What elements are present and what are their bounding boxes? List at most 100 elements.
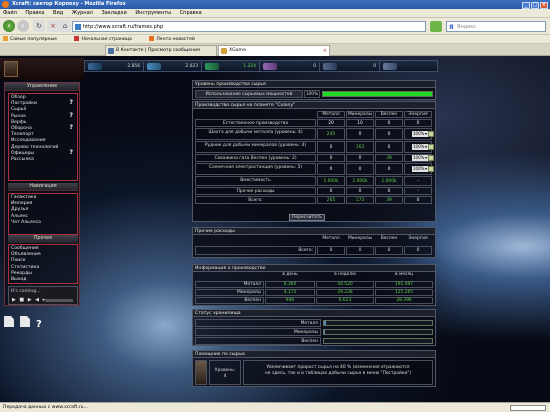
tab-vkontakte[interactable]: В Контакте | Просмотр сообщения: [105, 45, 217, 56]
percent-select[interactable]: 100%: [412, 144, 428, 150]
bookmark-popular[interactable]: Самые популярные: [3, 36, 65, 42]
percent-select[interactable]: 100%: [412, 155, 428, 161]
menu-item-mailing[interactable]: Рассылка: [11, 157, 75, 163]
other-item-label: Выход: [11, 276, 27, 282]
prod-row-label: Рудник для добычи минералов (уровень: 4): [195, 141, 316, 153]
production-info-box: Информация о производстве в день в недел…: [192, 264, 436, 306]
bookmark-icon: [74, 36, 80, 41]
forward-icon[interactable]: ›: [17, 20, 29, 32]
planet-production-title: Производство сырья на планете "Colony": [193, 102, 435, 109]
stop-icon[interactable]: ×: [47, 20, 59, 32]
confirm-icon[interactable]: [428, 131, 434, 137]
storage-row-label: Веспен: [195, 337, 321, 345]
bookmark-label: Начальная страница: [81, 37, 132, 42]
prod-cell-vespene: 0: [375, 119, 403, 127]
status-text: Передача данных с www.xcraft.ru...: [3, 405, 88, 410]
menu-tools[interactable]: Инструменты: [135, 10, 171, 16]
menu-item-label: Обзор: [11, 95, 26, 100]
nav-toolbar: ‹ › ↻ × ⌂ http://www.xcraft.ru/frames.ph…: [0, 18, 550, 35]
ship-icon: [383, 63, 397, 70]
storage-bar: [323, 320, 433, 326]
document-icon[interactable]: [4, 316, 14, 327]
reload-icon[interactable]: ↻: [33, 20, 45, 32]
resource-bar: 2.856 2.023 1.224 0 0: [84, 60, 438, 72]
other-costs-header-energy: Энергия: [408, 236, 428, 241]
player-controls[interactable]: ▶ ■ ▶ ◀ ▸: [12, 297, 46, 303]
prod-cell-vespene: 39: [375, 154, 403, 162]
menu-view[interactable]: Вид: [53, 10, 63, 16]
info-header-week: в неделю: [334, 272, 356, 277]
bookmark-start[interactable]: Начальная страница: [74, 36, 139, 42]
window-titlebar: Xcraft: сектор Корпоху - Mozilla Firefox…: [0, 0, 550, 9]
nav-item-label: Альянс: [11, 213, 29, 219]
player-volume[interactable]: [45, 299, 73, 302]
recalculate-button[interactable]: Пересчитать: [289, 214, 325, 221]
bookmark-icon: [3, 36, 8, 41]
prod-cell-minerals: 10: [346, 119, 374, 127]
other-item-label: Статистика: [11, 264, 40, 270]
other-item-label: Сообщения: [11, 246, 39, 251]
rss-icon: [149, 36, 155, 41]
menu-item-label: Телепорт: [11, 132, 34, 138]
notes-icon[interactable]: [20, 316, 30, 327]
prod-cell-metal: 20: [317, 119, 345, 127]
menu-help[interactable]: Справка: [180, 10, 202, 16]
help-icon[interactable]: ?: [70, 124, 73, 131]
resource-credits: 0: [319, 62, 379, 71]
help-icon[interactable]: ?: [36, 319, 46, 330]
menu-item-label: Верфь: [11, 119, 27, 125]
prod-cell-metal: 0: [317, 163, 345, 175]
confirm-icon[interactable]: [428, 144, 434, 150]
other-costs-total-label: Всего:: [195, 246, 316, 255]
info-row-label: Минералы: [195, 289, 264, 296]
menu-history[interactable]: Журнал: [72, 10, 93, 16]
site-favicon-icon: [75, 24, 81, 30]
prod-cell-metal: 0: [317, 141, 345, 153]
minimize-icon[interactable]: _: [522, 2, 530, 9]
minerals-icon: [147, 63, 161, 70]
percent-select[interactable]: 100%: [412, 131, 428, 137]
usage-progress-fill: [323, 92, 432, 96]
prod-cell-vespene: 1.000k: [375, 176, 403, 186]
storage-box: Статус хранилища Металл Минералы Веспен: [192, 309, 436, 346]
url-bar[interactable]: http://www.xcraft.ru/frames.php: [72, 21, 426, 32]
nav-item-alliance-chat[interactable]: Чат Альянса: [11, 220, 75, 226]
vespene-amount: 1.224: [243, 64, 256, 69]
storage-title: Статус хранилища: [193, 310, 435, 317]
close-icon[interactable]: ×: [540, 2, 548, 9]
home-icon[interactable]: ⌂: [59, 20, 71, 32]
help-icon[interactable]: ?: [70, 99, 73, 106]
menu-file[interactable]: Файл: [3, 10, 17, 16]
resource-fleet: [379, 62, 437, 71]
other-item-logout[interactable]: Выход: [11, 277, 75, 283]
help-icon[interactable]: ?: [70, 112, 73, 119]
planet-avatar[interactable]: [4, 61, 18, 77]
prod-cell-metal: 265: [317, 196, 345, 204]
prod-cell-minerals: 0: [346, 154, 374, 162]
bookmark-news[interactable]: Лента новостей: [149, 36, 203, 42]
help-icon[interactable]: ?: [70, 149, 73, 156]
percent-select[interactable]: 100%: [412, 166, 428, 172]
usage-progress-bar: [322, 91, 433, 97]
menu-bookmarks[interactable]: Закладки: [101, 10, 126, 16]
info-cell: 28.396: [375, 297, 433, 304]
menu-edit[interactable]: Правка: [25, 10, 44, 16]
tab-close-icon[interactable]: ×: [323, 46, 327, 56]
yandex-icon: Я: [449, 24, 454, 31]
info-cell: 191.497: [375, 281, 433, 288]
tab-xgame[interactable]: XGame ×: [218, 45, 330, 56]
back-icon[interactable]: ‹: [3, 20, 15, 32]
management-header: Управление: [5, 83, 79, 91]
energy-icon: [263, 63, 277, 70]
prod-header-minerals: Минералы: [346, 111, 374, 118]
confirm-icon[interactable]: [428, 155, 434, 161]
prod-cell-minerals: 1.000k: [346, 176, 374, 186]
helper-text: Увеличивает прирост сырья на 40 % (измен…: [243, 360, 433, 385]
go-button[interactable]: [430, 21, 442, 32]
prod-cell-minerals: 173: [346, 196, 374, 204]
search-input[interactable]: Я Яндекс: [446, 21, 546, 32]
confirm-icon[interactable]: [428, 166, 434, 172]
maximize-icon[interactable]: □: [531, 2, 539, 9]
other-header: Прочее: [8, 235, 78, 243]
firefox-icon: [2, 1, 9, 8]
